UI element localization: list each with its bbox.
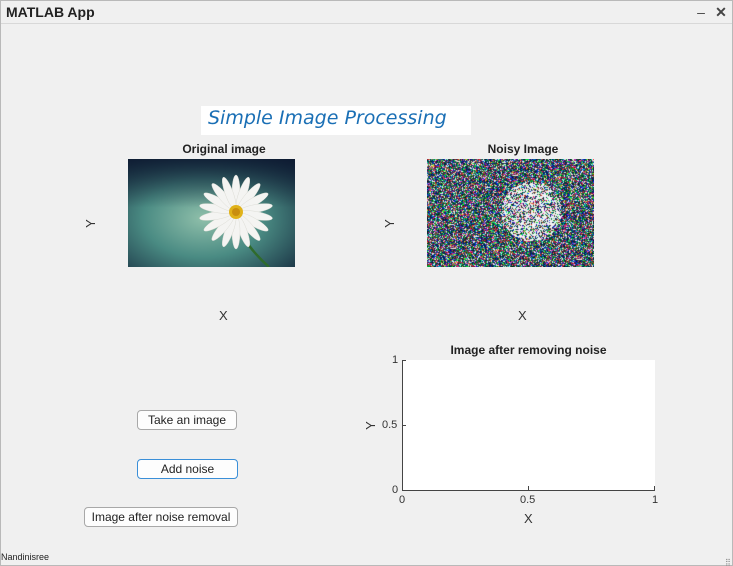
close-button[interactable]: ✕ (712, 3, 730, 21)
xtick-left: 0 (399, 494, 406, 506)
noisy-xlabel: X (518, 308, 527, 323)
noisy-ylabel: Y (381, 219, 397, 228)
original-xlabel: X (219, 308, 228, 323)
minimize-button[interactable]: – (692, 3, 710, 21)
xtick-mid: 0.5 (520, 494, 536, 506)
title-bar: MATLAB App – ✕ (1, 1, 732, 24)
noise-canvas (427, 159, 594, 267)
original-image (128, 159, 295, 267)
ytick-mid: 0.5 (382, 419, 398, 431)
noisy-image (427, 159, 594, 267)
ytick-top: 1 (392, 354, 399, 366)
resize-grip-icon[interactable]: ⣿ (725, 558, 731, 566)
noise-removal-button[interactable]: Image after noise removal (84, 507, 238, 527)
app-heading-text: Simple Image Processing (208, 107, 447, 129)
noisy-axes-title: Noisy Image (487, 142, 559, 156)
denoised-xlabel: X (524, 511, 533, 526)
ytick-bottom: 0 (392, 484, 399, 496)
denoised-plot-area (402, 360, 655, 491)
app-heading: Simple Image Processing (201, 106, 471, 135)
footer-author: Nandinisree (1, 552, 50, 562)
original-ylabel: Y (82, 219, 98, 228)
daisy-image (128, 159, 295, 267)
original-axes-title: Original image (182, 142, 266, 156)
take-image-button[interactable]: Take an image (137, 410, 237, 430)
denoised-ylabel: Y (362, 421, 378, 430)
app-window: MATLAB App – ✕ Simple Image Processing O… (0, 0, 733, 566)
xtick-right: 1 (652, 494, 659, 506)
denoised-axes-lines (402, 360, 655, 491)
window-title: MATLAB App (6, 4, 95, 20)
denoised-axes-title: Image after removing noise (450, 343, 607, 357)
add-noise-button[interactable]: Add noise (137, 459, 238, 479)
